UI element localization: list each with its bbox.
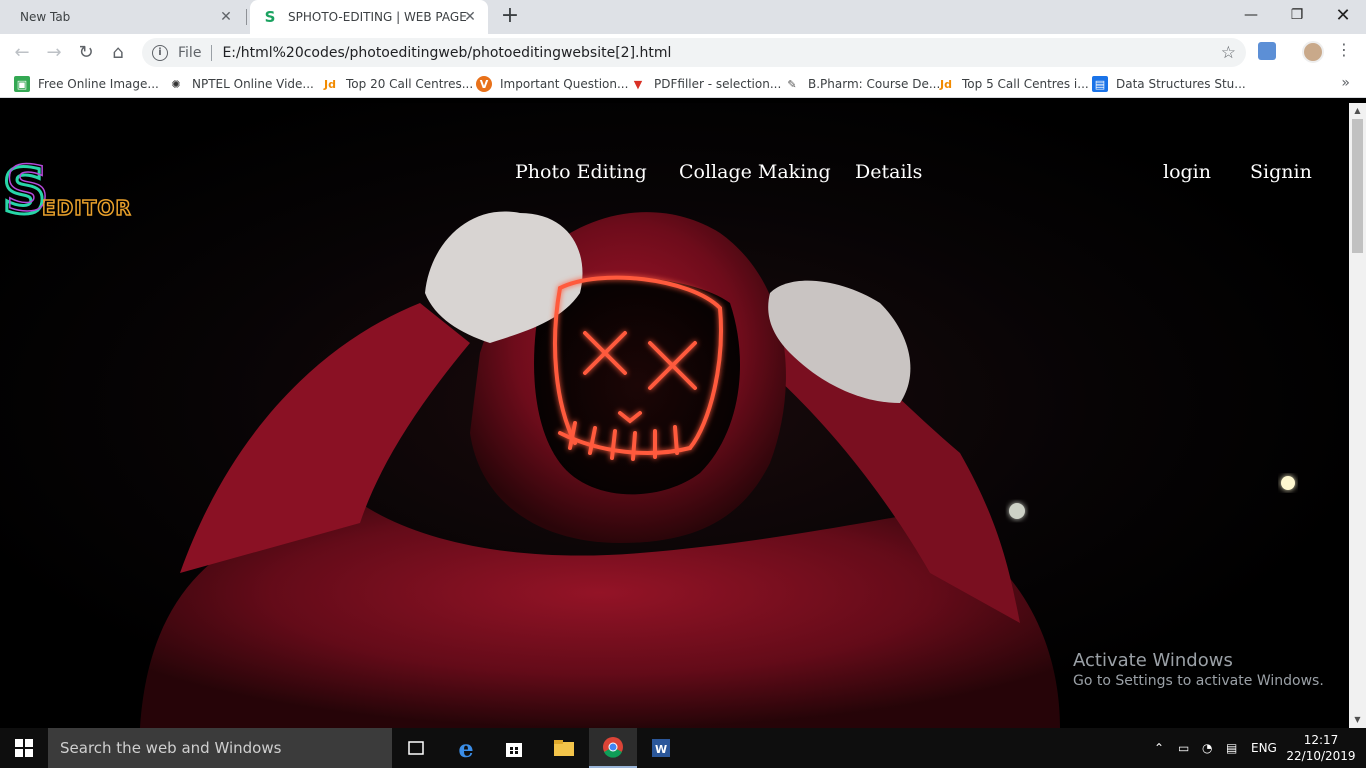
nav-photo-editing[interactable]: Photo Editing: [515, 161, 647, 183]
wifi-icon[interactable]: ◔: [1202, 728, 1212, 768]
extension-icon[interactable]: [1258, 42, 1276, 60]
hero-image: [140, 211, 1295, 728]
show-hidden-icons-icon[interactable]: ⌃: [1154, 728, 1164, 768]
scroll-thumb[interactable]: [1352, 119, 1363, 253]
doc-icon: ▤: [1092, 76, 1108, 92]
taskbar-search-input[interactable]: Search the web and Windows: [48, 728, 392, 768]
tab-title: New Tab: [20, 10, 71, 24]
bookmark-item[interactable]: ▣ Free Online Image...: [14, 76, 159, 92]
bookmark-label: B.Pharm: Course De...: [808, 77, 941, 91]
minimize-icon[interactable]: —: [1228, 0, 1274, 30]
watermark-subtitle: Go to Settings to activate Windows.: [1073, 673, 1324, 689]
bookmark-label: PDFfiller - selection...: [654, 77, 782, 91]
windows-start-icon[interactable]: [0, 728, 48, 768]
login-link[interactable]: login: [1163, 161, 1211, 183]
edge-icon[interactable]: e: [442, 728, 490, 768]
justdial-icon: Jd: [324, 77, 336, 91]
profile-avatar[interactable]: [1302, 41, 1324, 63]
forward-icon[interactable]: →: [42, 40, 66, 64]
browser-toolbar: ← → ↻ ⌂ i File E:/html%20codes/photoedit…: [0, 34, 1366, 70]
image-icon: ▣: [14, 76, 30, 92]
nav-collage-making[interactable]: Collage Making: [679, 161, 831, 183]
nav-details[interactable]: Details: [855, 161, 922, 183]
justdial-icon: Jd: [940, 77, 952, 91]
tab-photo-editing[interactable]: S SPHOTO-EDITING | WEB PAGE ✕: [250, 0, 488, 34]
bookmarks-bar: ▣ Free Online Image... ✺ NPTEL Online Vi…: [0, 70, 1366, 98]
watermark-title: Activate Windows: [1073, 650, 1233, 671]
back-icon[interactable]: ←: [10, 40, 34, 64]
clock-time: 12:17: [1303, 733, 1339, 747]
bookmark-label: Data Structures Stu...: [1116, 77, 1246, 91]
scroll-up-icon[interactable]: ▲: [1349, 103, 1366, 119]
menu-dots-icon[interactable]: ⋮: [1336, 40, 1352, 64]
svg-text:W: W: [655, 743, 667, 756]
omnibox-divider: [211, 44, 213, 61]
bookmark-label: Important Question...: [500, 77, 629, 91]
site-favicon-icon: S: [264, 8, 276, 26]
bookmark-item[interactable]: ▼ PDFfiller - selection...: [630, 76, 782, 92]
logo-word: EDITOR: [42, 196, 132, 220]
site-logo[interactable]: S S EDITOR: [0, 153, 180, 223]
bookmark-label: NPTEL Online Vide...: [192, 77, 314, 91]
tab-strip: New Tab ✕ S SPHOTO-EDITING | WEB PAGE ✕ …: [0, 0, 1366, 34]
tab-title: SPHOTO-EDITING | WEB PAGE: [288, 10, 467, 24]
language-indicator[interactable]: ENG: [1251, 728, 1277, 768]
address-bar[interactable]: i File E:/html%20codes/photoeditingweb/p…: [142, 38, 1246, 67]
close-tab-icon[interactable]: ✕: [218, 9, 234, 25]
windows-taskbar: Search the web and Windows e W ⌃ ▭ ◔ ▤ E…: [0, 728, 1366, 768]
scheme-label: File: [178, 44, 202, 61]
store-icon[interactable]: [490, 728, 538, 768]
v-icon: V: [476, 76, 492, 92]
feather-icon: ✎: [787, 77, 797, 91]
bookmark-item[interactable]: ✎ B.Pharm: Course De...: [784, 76, 940, 92]
signin-link[interactable]: Signin: [1250, 161, 1312, 183]
bookmark-item[interactable]: ✺ NPTEL Online Vide...: [168, 76, 314, 92]
restore-icon[interactable]: ❐: [1274, 0, 1320, 30]
tab-separator: [246, 9, 247, 25]
bookmark-star-icon[interactable]: ☆: [1221, 43, 1236, 63]
scroll-down-icon[interactable]: ▼: [1349, 712, 1366, 728]
task-view-icon[interactable]: [392, 728, 440, 768]
info-icon[interactable]: i: [152, 44, 168, 61]
taskbar-clock[interactable]: 12:17 22/10/2019: [1286, 732, 1356, 764]
close-window-icon[interactable]: ✕: [1320, 0, 1366, 30]
action-center-icon[interactable]: ▤: [1226, 728, 1237, 768]
bookmark-label: Top 20 Call Centres...: [346, 77, 474, 91]
web-page: S S EDITOR Photo Editing Collage Making …: [0, 103, 1349, 728]
page-scrollbar[interactable]: ▲ ▼: [1349, 103, 1366, 728]
new-tab-button[interactable]: +: [498, 5, 522, 29]
url-text[interactable]: E:/html%20codes/photoeditingweb/photoedi…: [222, 45, 671, 61]
bookmark-item[interactable]: Jd Top 5 Call Centres i...: [938, 76, 1089, 92]
more-bookmarks-icon[interactable]: »: [1341, 75, 1350, 91]
reload-icon[interactable]: ↻: [74, 40, 98, 64]
nptel-icon: ✺: [171, 77, 181, 91]
tab-new-tab[interactable]: New Tab ✕: [0, 0, 244, 34]
bookmark-item[interactable]: ▤ Data Structures Stu...: [1092, 76, 1246, 92]
bookmark-label: Top 5 Call Centres i...: [962, 77, 1089, 91]
file-explorer-icon[interactable]: [540, 728, 588, 768]
battery-icon[interactable]: ▭: [1178, 728, 1189, 768]
home-icon[interactable]: ⌂: [106, 40, 130, 64]
bookmark-label: Free Online Image...: [38, 77, 159, 91]
bookmark-item[interactable]: V Important Question...: [476, 76, 628, 92]
activate-windows-watermark: Activate Windows Go to Settings to activ…: [1073, 650, 1324, 689]
chrome-icon[interactable]: [589, 728, 637, 768]
bookmark-item[interactable]: Jd Top 20 Call Centres...: [322, 76, 473, 92]
word-icon[interactable]: W: [637, 728, 685, 768]
clock-date: 22/10/2019: [1286, 749, 1356, 763]
pdffiller-icon: ▼: [633, 77, 643, 91]
close-tab-icon[interactable]: ✕: [462, 9, 478, 25]
